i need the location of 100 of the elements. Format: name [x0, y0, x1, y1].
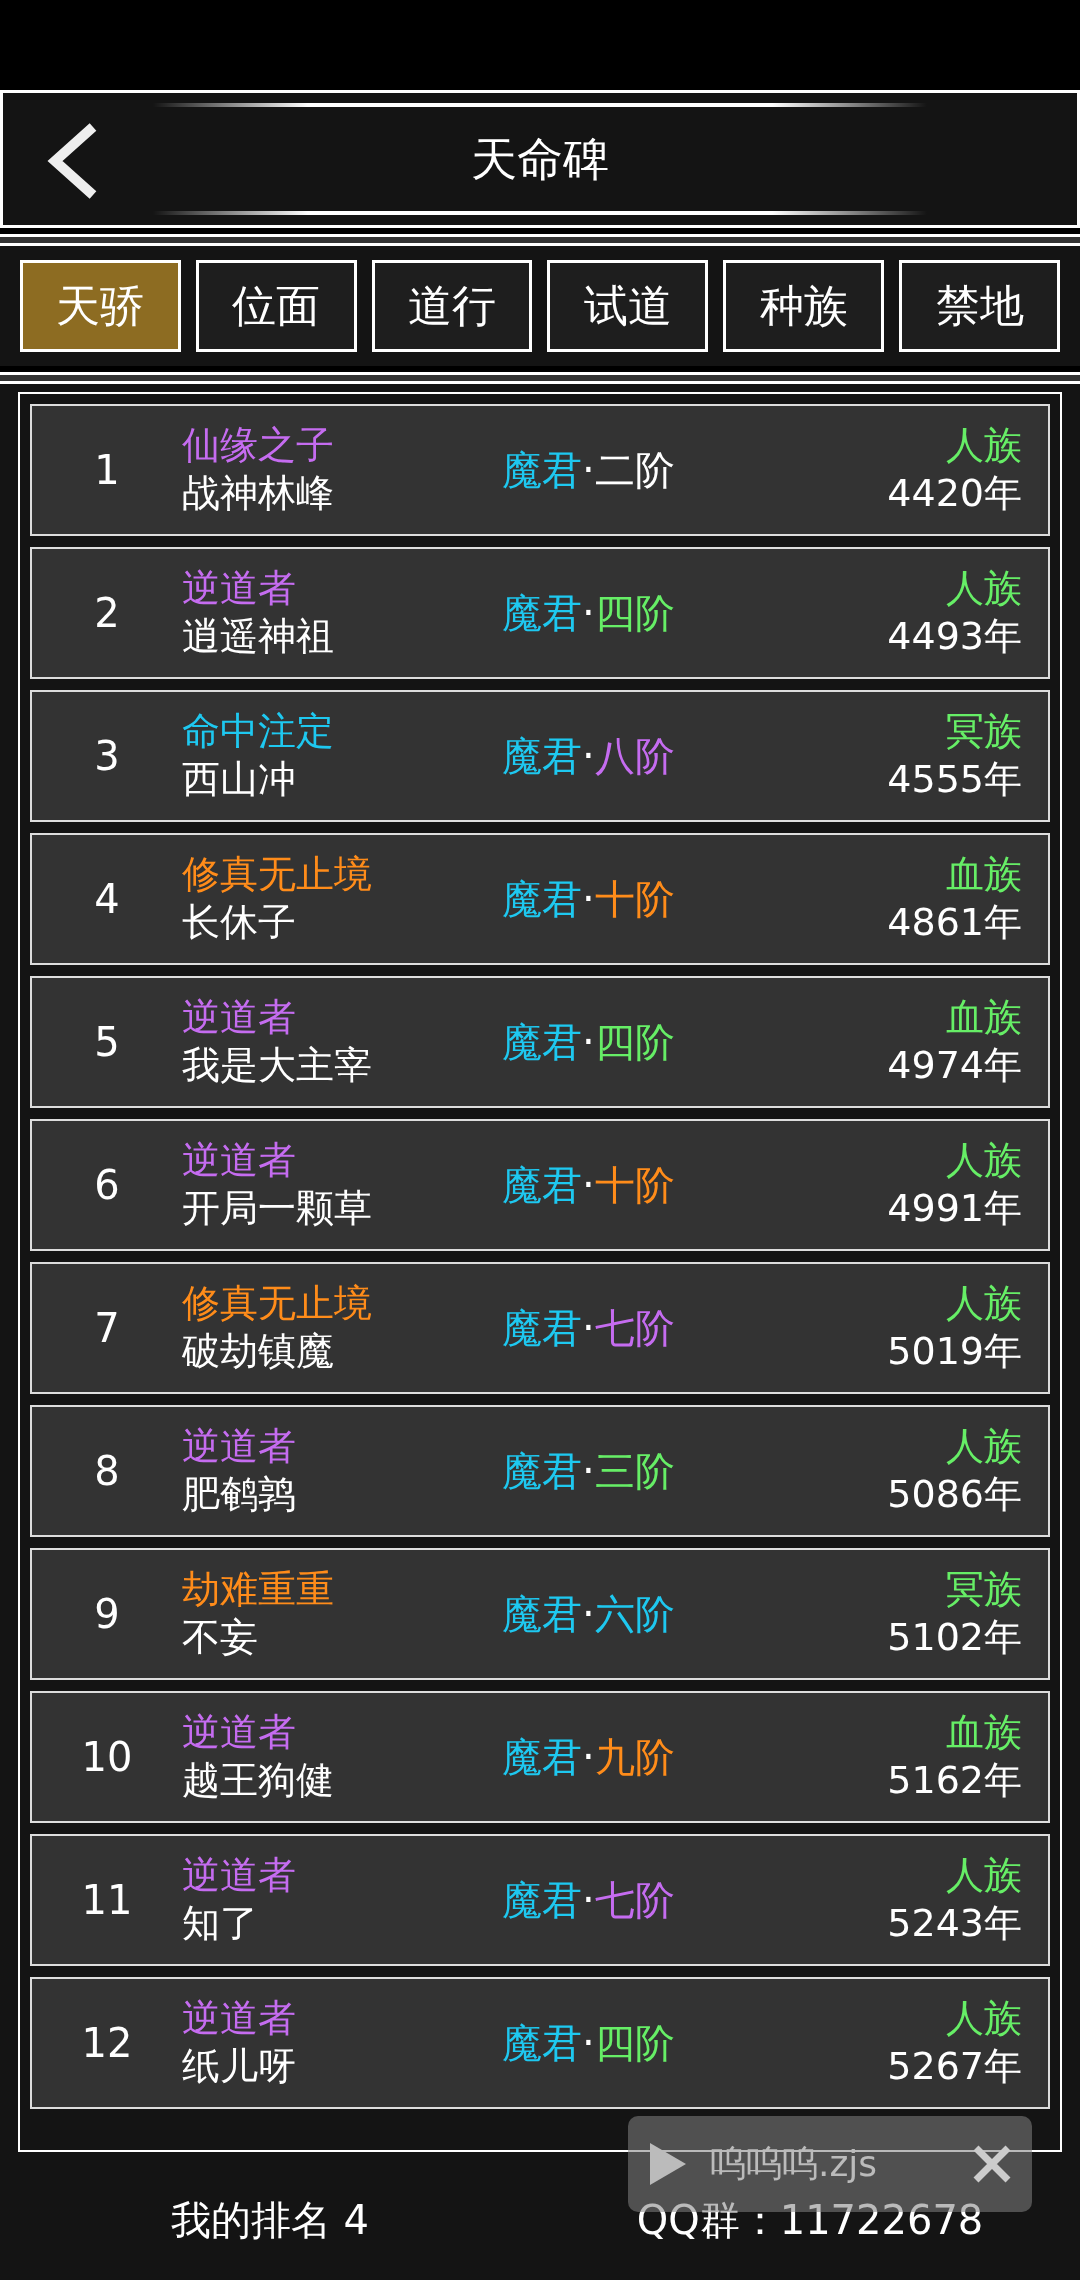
- page-title: 天命碑: [470, 130, 610, 188]
- separator-dot: ·: [582, 1019, 595, 1065]
- realm-name: 魔君: [502, 1877, 582, 1923]
- realm-name: 魔君: [502, 733, 582, 779]
- player-name: 纸儿呀: [182, 2045, 297, 2089]
- rank-number: 6: [93, 1161, 121, 1210]
- rank-number: 10: [80, 1733, 134, 1782]
- realm-stage: 八阶: [594, 733, 675, 779]
- realm-stage: 二阶: [594, 447, 675, 493]
- ranking-row[interactable]: 8 逆道者 肥鹌鹑 魔君·三阶 人族 5086年: [30, 1405, 1050, 1537]
- realm-stage: 十阶: [594, 876, 675, 922]
- ranking-row[interactable]: 6 逆道者 开局一颗草 魔君·十阶 人族 4991年: [30, 1119, 1050, 1251]
- tab[interactable]: 种族: [723, 260, 885, 352]
- realm-name: 魔君: [502, 1591, 582, 1637]
- realm-stage: 十阶: [594, 1162, 675, 1208]
- ranking-row[interactable]: 5 逆道者 我是大主宰 魔君·四阶 血族 4974年: [30, 976, 1050, 1108]
- ranking-row[interactable]: 11 逆道者 知了 魔君·七阶 人族 5243年: [30, 1834, 1050, 1966]
- realm-name: 魔君: [502, 1305, 582, 1351]
- close-icon[interactable]: [972, 2144, 1012, 2184]
- separator-dot: ·: [582, 447, 595, 493]
- ranking-row[interactable]: 12 逆道者 纸儿呀 魔君·四阶 人族 5267年: [30, 1977, 1050, 2109]
- separator-dot: ·: [582, 1877, 595, 1923]
- player-title: 命中注定: [182, 710, 335, 754]
- realm-stage: 七阶: [594, 1305, 675, 1351]
- realm-name: 魔君: [502, 590, 582, 636]
- player-title: 逆道者: [182, 996, 297, 1040]
- race-label: 人族: [946, 1282, 1022, 1326]
- realm-name: 魔君: [502, 1734, 582, 1780]
- age-years: 4555年: [887, 758, 1022, 802]
- tab[interactable]: 道行: [371, 260, 533, 352]
- rank-number: 3: [93, 732, 121, 781]
- separator-dot: ·: [582, 1448, 595, 1494]
- player-title: 逆道者: [182, 1997, 297, 2041]
- player-title: 逆道者: [182, 567, 297, 611]
- race-label: 人族: [946, 567, 1022, 611]
- separator-dot: ·: [582, 1162, 595, 1208]
- tab[interactable]: 禁地: [899, 260, 1060, 352]
- realm-stage: 四阶: [594, 1019, 675, 1065]
- player-title: 逆道者: [182, 1425, 297, 1469]
- tab[interactable]: 试道: [547, 260, 709, 352]
- race-label: 人族: [946, 424, 1022, 468]
- player-name: 知了: [182, 1902, 259, 1946]
- player-name: 越王狗健: [182, 1759, 335, 1803]
- age-years: 4493年: [887, 615, 1022, 659]
- rank-number: 4: [93, 875, 121, 924]
- age-years: 4861年: [887, 901, 1022, 945]
- rank-number: 11: [80, 1876, 134, 1925]
- realm-name: 魔君: [502, 1162, 582, 1208]
- player-name: 肥鹌鹑: [182, 1473, 297, 1517]
- player-name: 战神林峰: [182, 472, 335, 516]
- separator-dot: ·: [582, 2020, 595, 2066]
- separator-dot: ·: [582, 1305, 595, 1351]
- race-label: 人族: [946, 1139, 1022, 1183]
- race-label: 人族: [946, 1854, 1022, 1898]
- separator-dot: ·: [582, 876, 595, 922]
- ranking-row[interactable]: 2 逆道者 逍遥神祖 魔君·四阶 人族 4493年: [30, 547, 1050, 679]
- realm-stage: 四阶: [594, 2020, 675, 2066]
- ranking-row[interactable]: 9 劫难重重 不妄 魔君·六阶 冥族 5102年: [30, 1548, 1050, 1680]
- realm-name: 魔君: [502, 2020, 582, 2066]
- realm-name: 魔君: [502, 876, 582, 922]
- ranking-row[interactable]: 7 修真无止境 破劫镇魔 魔君·七阶 人族 5019年: [30, 1262, 1050, 1394]
- ranking-row[interactable]: 10 逆道者 越王狗健 魔君·九阶 血族 5162年: [30, 1691, 1050, 1823]
- rank-number: 1: [93, 446, 121, 495]
- ranking-row[interactable]: 1 仙缘之子 战神林峰 魔君·二阶 人族 4420年: [30, 404, 1050, 536]
- realm-stage: 九阶: [594, 1734, 675, 1780]
- realm-stage: 三阶: [594, 1448, 675, 1494]
- separator-dot: ·: [582, 590, 595, 636]
- realm-name: 魔君: [502, 1448, 582, 1494]
- realm-stage: 七阶: [594, 1877, 675, 1923]
- player-name: 开局一颗草: [182, 1187, 373, 1231]
- age-years: 5243年: [887, 1902, 1022, 1946]
- tab[interactable]: 天骄: [20, 260, 181, 352]
- tab[interactable]: 位面: [195, 260, 357, 352]
- rank-number: 7: [93, 1304, 121, 1353]
- player-title: 逆道者: [182, 1139, 297, 1183]
- age-years: 5019年: [887, 1330, 1022, 1374]
- race-label: 人族: [946, 1425, 1022, 1469]
- player-title: 修真无止境: [182, 1282, 373, 1326]
- age-years: 4991年: [887, 1187, 1022, 1231]
- separator-dot: ·: [582, 733, 595, 779]
- qq-group-text: QQ群：11722678: [635, 2196, 985, 2245]
- player-title: 劫难重重: [182, 1568, 335, 1612]
- race-label: 血族: [946, 996, 1022, 1040]
- age-years: 5267年: [887, 2045, 1022, 2089]
- player-name: 破劫镇魔: [182, 1330, 335, 1374]
- player-title: 修真无止境: [182, 853, 373, 897]
- player-title: 仙缘之子: [182, 424, 335, 468]
- age-years: 5102年: [887, 1616, 1022, 1660]
- separator-dot: ·: [582, 1591, 595, 1637]
- race-label: 血族: [946, 1711, 1022, 1755]
- player-name: 我是大主宰: [182, 1044, 373, 1088]
- play-icon[interactable]: [648, 2141, 688, 2187]
- rank-number: 8: [93, 1447, 121, 1496]
- age-years: 4974年: [887, 1044, 1022, 1088]
- ranking-row[interactable]: 4 修真无止境 长休子 魔君·十阶 血族 4861年: [30, 833, 1050, 965]
- rank-number: 2: [93, 589, 121, 638]
- player-name: 不妄: [182, 1616, 259, 1660]
- ranking-row[interactable]: 3 命中注定 西山冲 魔君·八阶 冥族 4555年: [30, 690, 1050, 822]
- player-name: 长休子: [182, 901, 297, 945]
- rank-number: 9: [93, 1590, 121, 1639]
